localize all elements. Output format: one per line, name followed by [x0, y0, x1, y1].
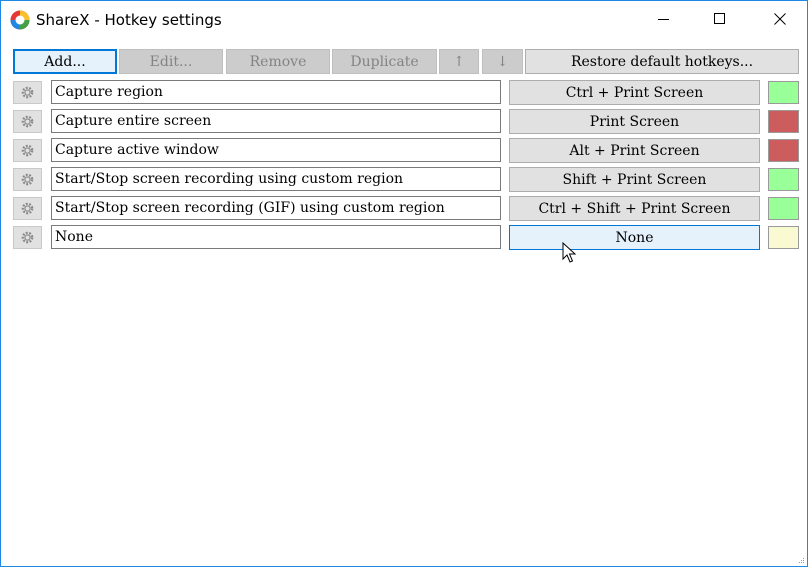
restore-default-hotkeys-button[interactable]: Restore default hotkeys... [525, 49, 799, 74]
task-settings-button[interactable] [13, 168, 42, 191]
resize-grip-icon[interactable] [797, 556, 805, 564]
hotkey-description-field[interactable]: Capture region [51, 80, 501, 104]
remove-button[interactable]: Remove [226, 49, 330, 74]
hotkey-status-indicator [768, 197, 799, 220]
gear-icon [21, 202, 34, 215]
maximize-icon [714, 13, 725, 24]
task-settings-button[interactable] [13, 81, 42, 104]
task-settings-button[interactable] [13, 139, 42, 162]
mouse-pointer-icon [562, 242, 576, 263]
hotkey-description-field[interactable]: Start/Stop screen recording using custom… [51, 167, 501, 191]
title-bar[interactable]: ShareX - Hotkey settings [1, 1, 807, 37]
move-down-button[interactable]: ↓ [482, 49, 523, 74]
add-button[interactable]: Add... [13, 49, 117, 74]
move-up-button[interactable]: ↑ [439, 49, 479, 74]
hotkey-description-field[interactable]: Capture active window [51, 138, 501, 162]
gear-icon [21, 86, 34, 99]
hotkey-select-button[interactable]: Alt + Print Screen [509, 138, 760, 163]
sharex-logo-icon [10, 10, 30, 30]
hotkey-select-button[interactable]: None [509, 225, 760, 250]
task-settings-button[interactable] [13, 226, 42, 249]
gear-icon [21, 173, 34, 186]
edit-button[interactable]: Edit... [119, 49, 223, 74]
window-title: ShareX - Hotkey settings [36, 11, 222, 29]
task-settings-button[interactable] [13, 197, 42, 220]
hotkey-status-indicator [768, 226, 799, 249]
hotkey-select-button[interactable]: Shift + Print Screen [509, 167, 760, 192]
hotkey-settings-window: ShareX - Hotkey settings Add... Edit... … [0, 0, 808, 567]
task-settings-button[interactable] [13, 110, 42, 133]
hotkey-status-indicator [768, 168, 799, 191]
gear-icon [21, 231, 34, 244]
minimize-icon [658, 19, 669, 20]
hotkey-status-indicator [768, 81, 799, 104]
minimize-button[interactable] [641, 1, 687, 37]
hotkey-description-field[interactable]: None [51, 225, 501, 249]
hotkey-status-indicator [768, 110, 799, 133]
hotkey-select-button[interactable]: Ctrl + Shift + Print Screen [509, 196, 760, 221]
hotkey-select-button[interactable]: Ctrl + Print Screen [509, 80, 760, 105]
gear-icon [21, 115, 34, 128]
close-button[interactable] [757, 1, 803, 37]
maximize-button[interactable] [697, 1, 743, 37]
close-icon [774, 13, 786, 25]
hotkey-select-button[interactable]: Print Screen [509, 109, 760, 134]
gear-icon [21, 144, 34, 157]
hotkey-status-indicator [768, 139, 799, 162]
hotkey-description-field[interactable]: Capture entire screen [51, 109, 501, 133]
hotkey-description-field[interactable]: Start/Stop screen recording (GIF) using … [51, 196, 501, 220]
duplicate-button[interactable]: Duplicate [332, 49, 437, 74]
